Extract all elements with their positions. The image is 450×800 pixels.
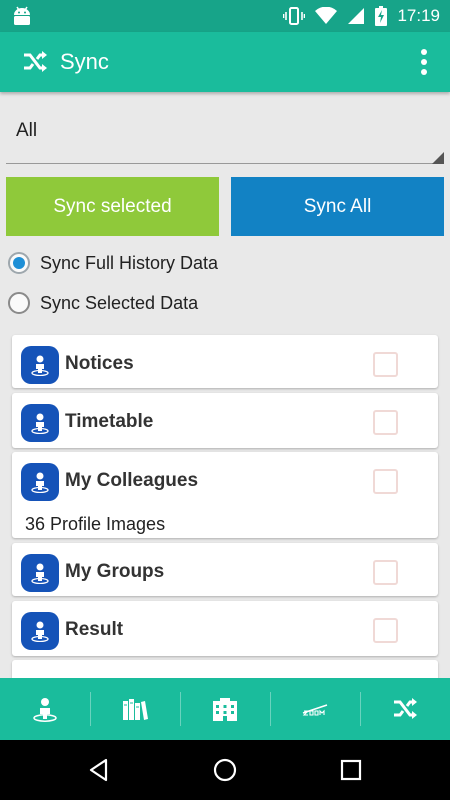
- library-icon: [123, 699, 148, 720]
- item-detail: 36 Profile Images: [25, 514, 166, 534]
- shuffle-icon: [394, 698, 417, 719]
- radio-label: Sync Selected Data: [40, 292, 199, 313]
- filter-dropdown[interactable]: All: [6, 100, 444, 166]
- back-icon[interactable]: [86, 757, 112, 783]
- person-pin-icon: [21, 346, 59, 384]
- radio-button-checked[interactable]: [8, 252, 30, 274]
- shuffle-icon[interactable]: [22, 50, 48, 74]
- overflow-menu-icon[interactable]: [420, 48, 428, 76]
- list-item[interactable]: My Groups: [12, 543, 438, 596]
- item-checkbox[interactable]: [373, 560, 398, 585]
- radio-button-unchecked[interactable]: [8, 292, 30, 314]
- person-pin-icon: [21, 554, 59, 592]
- tab-zoom[interactable]: [270, 678, 360, 740]
- list-item[interactable]: My Colleagues 36 Profile Images: [12, 452, 438, 538]
- item-name: My Groups: [65, 561, 165, 582]
- dropdown-underline: [6, 163, 444, 164]
- item-name: My Colleagues: [65, 470, 199, 491]
- tab-profile[interactable]: [0, 678, 90, 740]
- sync-all-button[interactable]: Sync All: [231, 177, 444, 236]
- person-pin-icon: [21, 612, 59, 650]
- item-name: Notices: [65, 353, 134, 374]
- person-pin-icon: [21, 404, 59, 442]
- app-bar: Sync: [0, 32, 450, 92]
- battery-charging-icon: [375, 6, 388, 26]
- item-checkbox[interactable]: [373, 352, 398, 377]
- tab-sync[interactable]: [360, 678, 450, 740]
- sync-selected-button[interactable]: Sync selected: [6, 177, 219, 236]
- home-icon[interactable]: [212, 757, 238, 783]
- person-pin-icon: [21, 463, 59, 501]
- list-item[interactable]: Timetable: [12, 393, 438, 448]
- item-checkbox[interactable]: [373, 410, 398, 435]
- status-time: 17:19: [397, 6, 440, 25]
- wifi-icon: [315, 7, 338, 24]
- tab-library[interactable]: [90, 678, 180, 740]
- person-pin-icon: [33, 698, 57, 722]
- item-name: Result: [65, 619, 124, 640]
- dropdown-arrow-icon: [432, 152, 444, 164]
- list-item[interactable]: Notices: [12, 335, 438, 388]
- tab-building[interactable]: [180, 678, 270, 740]
- item-checkbox[interactable]: [373, 469, 398, 494]
- item-checkbox[interactable]: [373, 618, 398, 643]
- item-name: Timetable: [65, 411, 154, 432]
- list-item[interactable]: [12, 660, 438, 678]
- bottom-navigation: [0, 678, 450, 740]
- system-navigation-bar: [0, 740, 450, 800]
- radio-sync-selected-data[interactable]: Sync Selected Data: [8, 288, 198, 318]
- radio-sync-full-history[interactable]: Sync Full History Data: [8, 248, 218, 278]
- filter-dropdown-value: All: [16, 120, 38, 141]
- android-debug-icon: [14, 6, 30, 25]
- building-icon: [213, 698, 237, 721]
- radio-label: Sync Full History Data: [40, 252, 219, 273]
- signal-icon: [348, 8, 365, 24]
- page-title: Sync: [60, 49, 109, 74]
- list-item[interactable]: Result: [12, 601, 438, 656]
- status-bar: 17:19: [0, 0, 450, 32]
- vibrate-icon: [283, 7, 306, 25]
- zoom-icon: [302, 704, 328, 716]
- recents-icon[interactable]: [338, 757, 364, 783]
